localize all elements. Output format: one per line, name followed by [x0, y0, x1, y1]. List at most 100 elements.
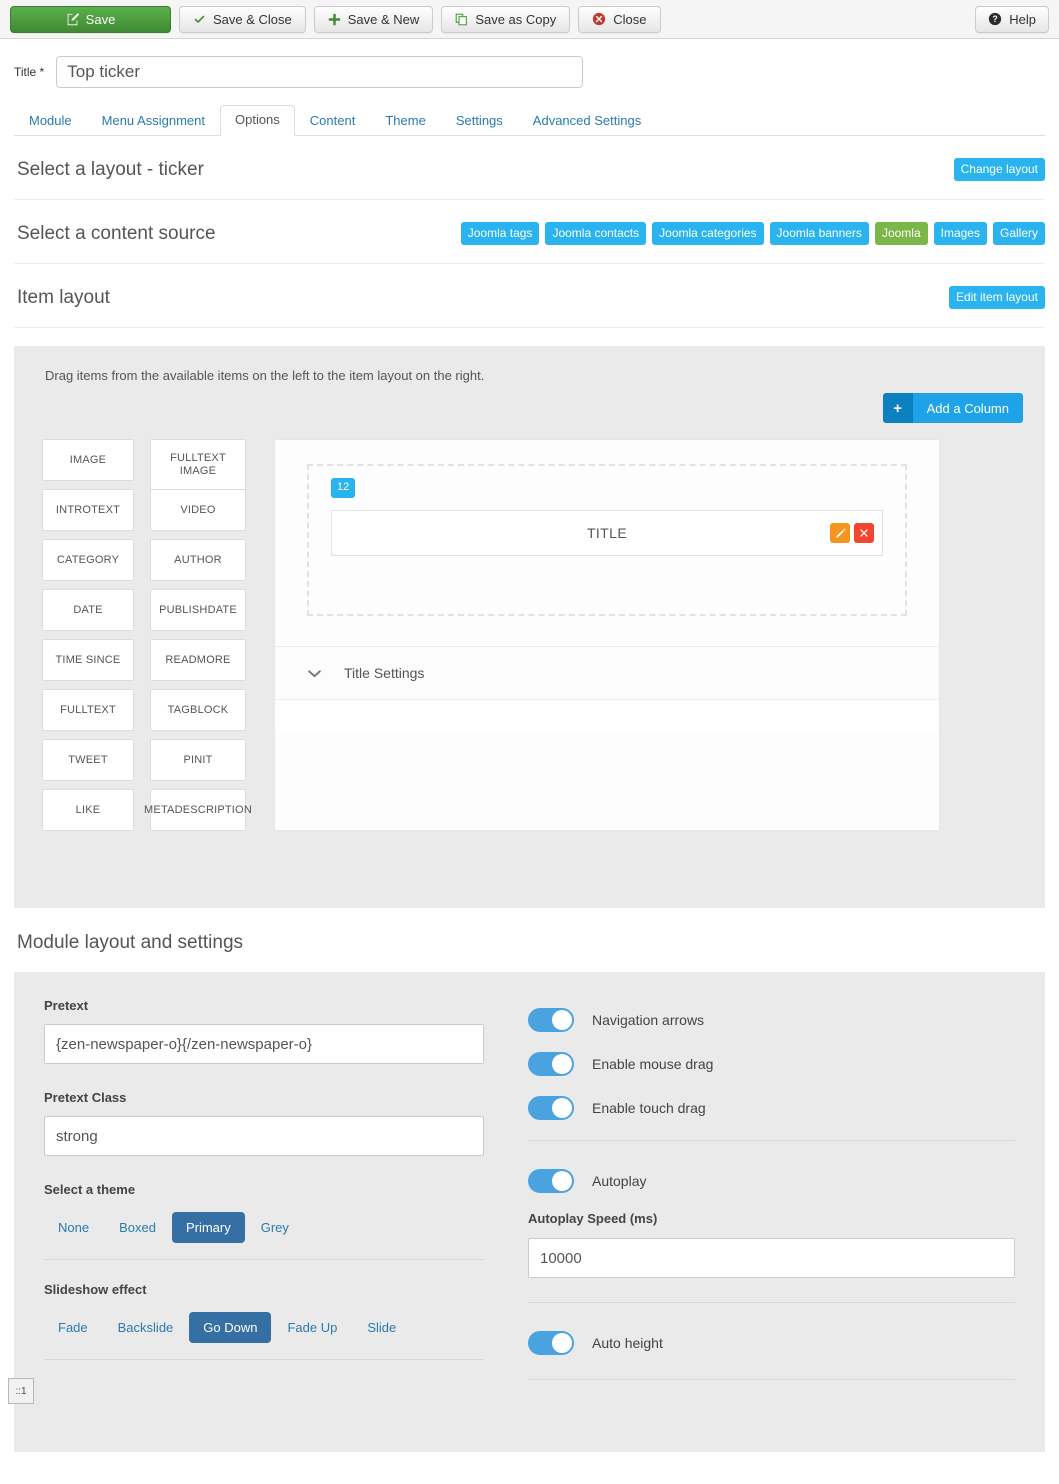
theme-option-grey[interactable]: Grey	[247, 1212, 303, 1243]
content-source-joomla-tags[interactable]: Joomla tags	[460, 222, 540, 245]
autoplay-toggle[interactable]	[528, 1169, 574, 1193]
available-item-author[interactable]: AUTHOR	[150, 539, 246, 581]
autoplay-speed-label: Autoplay Speed (ms)	[528, 1211, 658, 1226]
save-button[interactable]: Save	[10, 5, 171, 33]
select-layout-title: Select a layout - ticker	[17, 158, 204, 180]
enable-mouse-drag-toggle[interactable]	[528, 1052, 574, 1076]
title-field-label: Title *	[14, 65, 45, 79]
help-button-label: Help	[1009, 11, 1036, 27]
placed-item-actions	[830, 523, 874, 543]
theme-option-none[interactable]: None	[44, 1212, 103, 1243]
available-item-readmore[interactable]: READMORE	[150, 639, 246, 681]
theme-option-primary[interactable]: Primary	[171, 1212, 245, 1243]
effect-option-go-down[interactable]: Go Down	[189, 1312, 272, 1343]
pencil-icon[interactable]	[830, 523, 850, 543]
origin-status-chip: ::1	[8, 1378, 34, 1404]
available-item-time-since[interactable]: TIME SINCE	[42, 639, 134, 681]
available-item-publishdate[interactable]: PUBLISHDATE	[150, 589, 246, 631]
available-item-like[interactable]: LIKE	[42, 789, 134, 831]
content-source-joomla-contacts[interactable]: Joomla contacts	[545, 222, 647, 245]
slideshow-effect-divider	[44, 1359, 484, 1360]
add-column-label: Add a Column	[912, 393, 1023, 423]
edit-icon	[66, 12, 79, 26]
enable-mouse-drag-row: Enable mouse drag	[528, 1042, 1015, 1086]
chevron-down-icon	[307, 669, 322, 678]
content-source-options: Joomla tags Joomla contacts Joomla categ…	[460, 222, 1045, 245]
navigation-arrows-toggle[interactable]	[528, 1008, 574, 1032]
content-source-joomla[interactable]: Joomla	[874, 222, 928, 245]
effect-option-backslide[interactable]: Backslide	[104, 1312, 188, 1343]
autoplay-speed-input[interactable]	[528, 1238, 1015, 1278]
tab-theme[interactable]: Theme	[370, 106, 440, 136]
effect-option-slide[interactable]: Slide	[353, 1312, 410, 1343]
tab-module[interactable]: Module	[14, 106, 87, 136]
available-item-tweet[interactable]: TWEET	[42, 739, 134, 781]
tab-advanced-settings[interactable]: Advanced Settings	[518, 106, 656, 136]
column-dropzone[interactable]: 12 TITLE	[307, 464, 907, 616]
pretext-class-input[interactable]	[44, 1116, 484, 1156]
available-item-metadescription[interactable]: METADESCRIPTION	[144, 789, 252, 831]
available-item-date[interactable]: DATE	[42, 589, 134, 631]
theme-option-boxed[interactable]: Boxed	[105, 1212, 170, 1243]
x-icon[interactable]	[854, 523, 874, 543]
content-source-joomla-banners[interactable]: Joomla banners	[769, 222, 869, 245]
canvas-footer	[275, 699, 939, 733]
save-as-copy-label: Save as Copy	[475, 11, 557, 27]
drag-settings-divider	[528, 1140, 1015, 1141]
save-as-copy-button[interactable]: Save as Copy	[441, 5, 571, 33]
item-layout-panel: Drag items from the available items on t…	[14, 346, 1045, 908]
navigation-arrows-row: Navigation arrows	[528, 998, 1015, 1042]
tab-options[interactable]: Options	[219, 105, 295, 136]
tab-content[interactable]: Content	[295, 106, 371, 136]
toggle-knob	[552, 1171, 572, 1191]
effect-option-fade[interactable]: Fade	[44, 1312, 102, 1343]
item-layout-section: Item layout Edit item layout	[14, 264, 1045, 328]
pretext-input[interactable]	[44, 1024, 484, 1064]
tab-settings[interactable]: Settings	[441, 106, 518, 136]
save-and-new-label: Save & New	[347, 11, 420, 27]
available-item-fulltext[interactable]: FULLTEXT	[42, 689, 134, 731]
content-source-gallery[interactable]: Gallery	[992, 222, 1045, 245]
title-settings-toggle[interactable]: Title Settings	[275, 646, 939, 699]
available-item-fulltext-image[interactable]: FULLTEXT IMAGE	[150, 439, 246, 491]
available-item-image[interactable]: IMAGE	[42, 439, 134, 481]
available-item-pinit[interactable]: PINIT	[150, 739, 246, 781]
save-and-new-button[interactable]: Save & New	[313, 5, 434, 33]
close-button[interactable]: Close	[578, 5, 661, 33]
plus-icon: +	[882, 393, 913, 423]
enable-touch-drag-toggle[interactable]	[528, 1096, 574, 1120]
edit-item-layout-button[interactable]: Edit item layout	[948, 286, 1045, 309]
pretext-field-block: Pretext	[44, 998, 484, 1064]
help-button[interactable]: ? Help	[975, 5, 1049, 33]
auto-height-row: Auto height	[528, 1321, 1015, 1365]
tab-menu-assignment[interactable]: Menu Assignment	[87, 106, 220, 136]
item-layout-title: Item layout	[17, 286, 110, 308]
pretext-class-label: Pretext Class	[44, 1090, 127, 1105]
add-column-button[interactable]: + Add a Column	[882, 393, 1023, 423]
available-item-category[interactable]: CATEGORY	[42, 539, 134, 581]
column-width-badge[interactable]: 12	[331, 478, 356, 498]
content-source-images[interactable]: Images	[933, 222, 987, 245]
effect-option-fade-up[interactable]: Fade Up	[273, 1312, 351, 1343]
available-item-tagblock[interactable]: TAGBLOCK	[150, 689, 246, 731]
module-settings-right-column: Navigation arrows Enable mouse drag Enab…	[528, 998, 1015, 1412]
select-content-source-title: Select a content source	[17, 222, 216, 244]
placed-item-title[interactable]: TITLE	[331, 510, 883, 556]
toggle-knob	[552, 1333, 572, 1353]
enable-touch-drag-label: Enable touch drag	[592, 1100, 706, 1116]
save-and-close-label: Save & Close	[213, 11, 292, 27]
toggle-knob	[552, 1054, 572, 1074]
svg-text:?: ?	[993, 14, 998, 24]
content-source-joomla-categories[interactable]: Joomla categories	[652, 222, 764, 245]
available-item-video[interactable]: VIDEO	[150, 489, 246, 531]
slideshow-effect-button-group: Fade Backslide Go Down Fade Up Slide	[44, 1308, 484, 1359]
select-content-source-section: Select a content source Joomla tags Joom…	[14, 200, 1045, 264]
toggle-knob	[552, 1098, 572, 1118]
save-and-close-button[interactable]: Save & Close	[179, 5, 306, 33]
slideshow-effect-label: Slideshow effect	[44, 1282, 147, 1297]
pretext-class-field-block: Pretext Class	[44, 1090, 484, 1156]
available-item-introtext[interactable]: INTROTEXT	[42, 489, 134, 531]
change-layout-button[interactable]: Change layout	[953, 158, 1045, 181]
title-input[interactable]	[56, 56, 584, 88]
auto-height-toggle[interactable]	[528, 1331, 574, 1355]
